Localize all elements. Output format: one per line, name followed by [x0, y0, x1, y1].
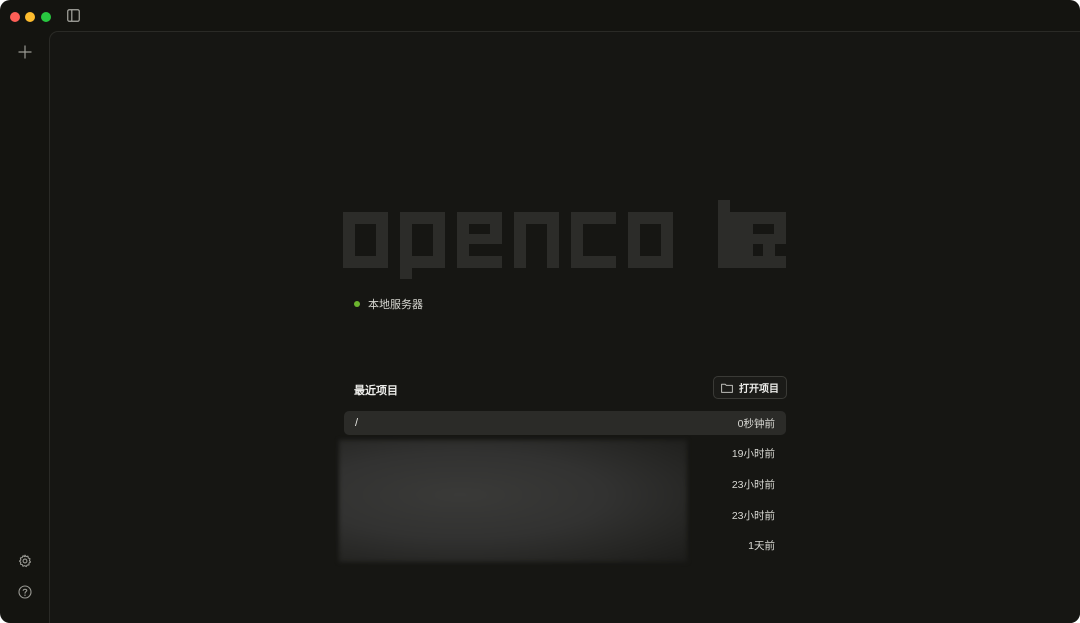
project-time: 0秒钟前 — [737, 417, 775, 430]
server-status-dot — [354, 301, 360, 307]
project-time: 23小时前 — [731, 478, 775, 491]
opencode-logo: opencode — [343, 200, 786, 279]
help-circle-icon — [18, 585, 32, 599]
project-time: 1天前 — [748, 540, 775, 553]
new-session-button[interactable] — [14, 41, 36, 63]
open-project-label: 打开项目 — [739, 384, 779, 395]
title-bar — [0, 0, 1080, 32]
app-window: opencode 本地服务器 最近项目 打开项目 / 0秒钟前 — [0, 0, 1080, 623]
plus-icon — [18, 45, 32, 59]
window-close-button[interactable] — [10, 12, 20, 22]
recent-projects-heading: 最近项目 — [354, 385, 398, 397]
server-status[interactable]: 本地服务器 — [354, 296, 423, 312]
project-time: 23小时前 — [731, 509, 775, 522]
sidebar — [0, 32, 49, 623]
window-minimize-button[interactable] — [25, 12, 35, 22]
open-project-button[interactable]: 打开项目 — [713, 376, 787, 399]
settings-button[interactable] — [14, 550, 36, 572]
redacted-paths-blur — [339, 440, 687, 562]
server-label: 本地服务器 — [368, 299, 423, 311]
project-row[interactable]: / 0秒钟前 — [344, 411, 786, 435]
folder-icon — [721, 383, 733, 393]
window-maximize-button[interactable] — [41, 12, 51, 22]
sidebar-toggle-icon[interactable] — [67, 9, 80, 22]
gear-icon — [18, 554, 32, 568]
project-time: 19小时前 — [731, 448, 775, 461]
project-path: / — [355, 417, 359, 429]
help-button[interactable] — [14, 581, 36, 603]
